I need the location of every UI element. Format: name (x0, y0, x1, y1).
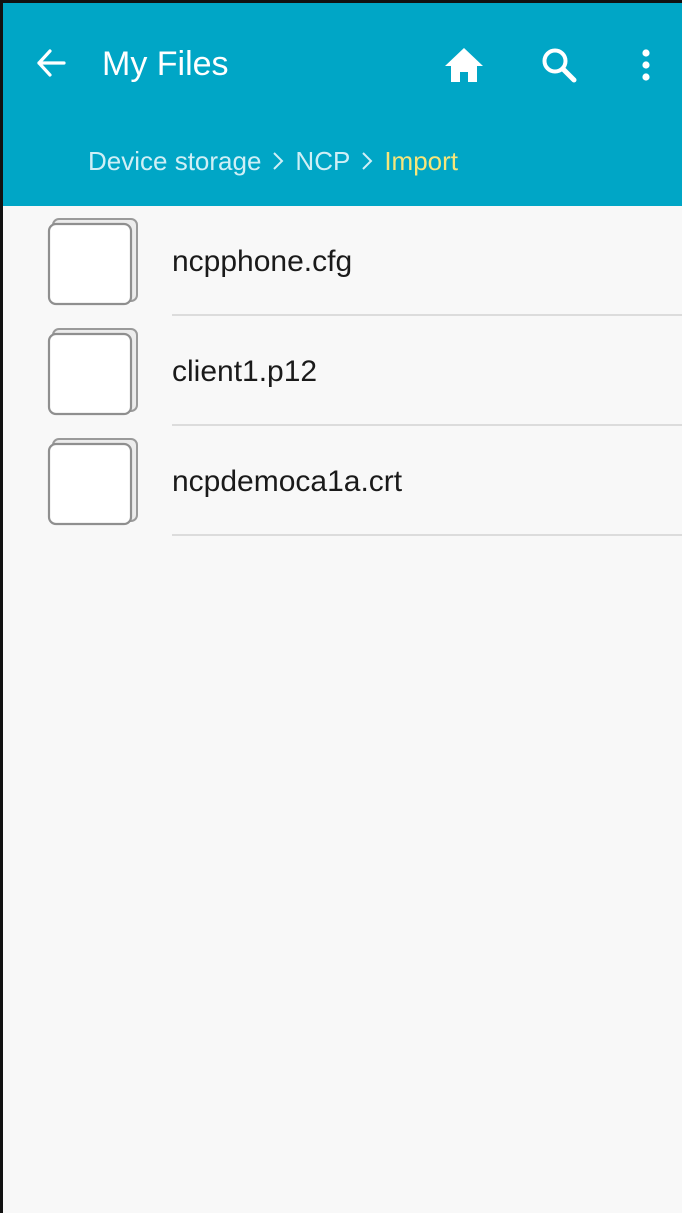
home-icon (445, 48, 483, 82)
app-bar: My Files Device storage NCP Import (3, 3, 682, 206)
file-name: ncpdemoca1a.crt (172, 465, 403, 498)
search-button[interactable] (537, 41, 581, 89)
chevron-right-icon (272, 150, 284, 172)
file-row[interactable]: ncpphone.cfg (3, 206, 682, 316)
file-list: ncpphone.cfg client1.p12 ncpdemoca1a.crt (3, 206, 682, 536)
chevron-right-icon (361, 150, 373, 172)
file-row[interactable]: client1.p12 (3, 316, 682, 426)
file-name: ncpphone.cfg (172, 245, 353, 278)
breadcrumb-item-ncp[interactable]: NCP (295, 146, 350, 177)
breadcrumb: Device storage NCP Import (88, 141, 458, 181)
search-icon (542, 48, 577, 83)
row-divider (172, 534, 682, 536)
more-options-button[interactable] (626, 41, 666, 89)
screen: My Files Device storage NCP Import ncpph… (0, 0, 682, 1213)
back-button[interactable] (29, 41, 73, 85)
file-icon (47, 438, 138, 526)
breadcrumb-item-current[interactable]: Import (384, 146, 458, 177)
file-icon (47, 218, 138, 306)
more-vertical-icon (642, 49, 650, 81)
app-title: My Files (102, 45, 229, 83)
file-row[interactable]: ncpdemoca1a.crt (3, 426, 682, 536)
breadcrumb-item-device-storage[interactable]: Device storage (88, 146, 261, 177)
file-icon (47, 328, 138, 416)
file-name: client1.p12 (172, 355, 318, 388)
arrow-left-icon (37, 49, 66, 77)
home-button[interactable] (442, 41, 486, 89)
